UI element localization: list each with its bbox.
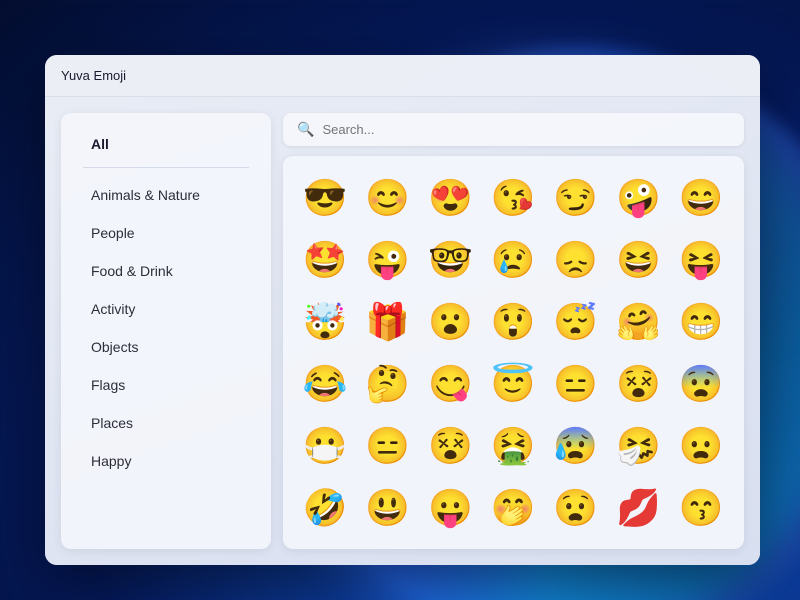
title-bar: Yuva Emoji — [45, 55, 760, 97]
search-bar: 🔍 — [283, 113, 744, 146]
emoji-cell[interactable]: 😨 — [673, 356, 729, 412]
emoji-cell[interactable]: 🤧 — [611, 418, 667, 474]
emoji-cell[interactable]: 😑 — [360, 418, 416, 474]
emoji-cell[interactable]: 😰 — [548, 418, 604, 474]
emoji-cell[interactable]: 😲 — [485, 294, 541, 350]
emoji-cell[interactable]: 😧 — [548, 480, 604, 536]
sidebar-item-all[interactable]: All — [69, 126, 263, 162]
emoji-cell[interactable]: 😙 — [673, 480, 729, 536]
sidebar-item-happy[interactable]: Happy — [69, 443, 263, 479]
emoji-cell[interactable]: 😴 — [548, 294, 604, 350]
emoji-cell[interactable]: 😋 — [422, 356, 478, 412]
emoji-cell[interactable]: 😇 — [485, 356, 541, 412]
emoji-cell[interactable]: 😦 — [673, 418, 729, 474]
emoji-cell[interactable]: 😛 — [422, 480, 478, 536]
emoji-cell[interactable]: 😵 — [422, 418, 478, 474]
emoji-cell[interactable]: 😜 — [360, 232, 416, 288]
emoji-cell[interactable]: 😁 — [673, 294, 729, 350]
sidebar-separator — [83, 167, 249, 168]
sidebar-item-objects[interactable]: Objects — [69, 329, 263, 365]
emoji-cell[interactable]: 💋 — [611, 480, 667, 536]
emoji-cell[interactable]: 😵 — [611, 356, 667, 412]
emoji-cell[interactable]: 🤯 — [297, 294, 353, 350]
emoji-cell[interactable]: 😃 — [360, 480, 416, 536]
emoji-cell[interactable]: 😎 — [297, 170, 353, 226]
search-icon: 🔍 — [297, 121, 314, 138]
emoji-cell[interactable]: 😮 — [422, 294, 478, 350]
emoji-cell[interactable]: 🤩 — [297, 232, 353, 288]
emoji-cell[interactable]: 🤓 — [422, 232, 478, 288]
emoji-cell[interactable]: 😂 — [297, 356, 353, 412]
sidebar-item-people[interactable]: People — [69, 215, 263, 251]
sidebar-item-activity[interactable]: Activity — [69, 291, 263, 327]
emoji-cell[interactable]: 😷 — [297, 418, 353, 474]
emoji-cell[interactable]: 😞 — [548, 232, 604, 288]
emoji-cell[interactable]: 😝 — [673, 232, 729, 288]
emoji-cell[interactable]: 🤔 — [360, 356, 416, 412]
app-window: Yuva Emoji All Animals & Nature People F… — [45, 55, 760, 565]
emoji-cell[interactable]: 😢 — [485, 232, 541, 288]
emoji-cell[interactable]: 😆 — [611, 232, 667, 288]
emoji-cell[interactable]: 🎁 — [360, 294, 416, 350]
sidebar-item-animals[interactable]: Animals & Nature — [69, 177, 263, 213]
sidebar-item-flags[interactable]: Flags — [69, 367, 263, 403]
emoji-grid-container: 😎😊😍😘😏🤪😄🤩😜🤓😢😞😆😝🤯🎁😮😲😴🤗😁😂🤔😋😇😑😵😨😷😑😵🤮😰🤧😦🤣😃😛🤭😧… — [283, 156, 744, 549]
search-input[interactable] — [322, 122, 730, 137]
app-body: All Animals & Nature People Food & Drink… — [45, 97, 760, 565]
emoji-cell[interactable]: 🤣 — [297, 480, 353, 536]
emoji-cell[interactable]: 🤗 — [611, 294, 667, 350]
main-content: 🔍 😎😊😍😘😏🤪😄🤩😜🤓😢😞😆😝🤯🎁😮😲😴🤗😁😂🤔😋😇😑😵😨😷😑😵🤮😰🤧😦🤣😃😛… — [283, 113, 744, 549]
emoji-cell[interactable]: 😊 — [360, 170, 416, 226]
sidebar: All Animals & Nature People Food & Drink… — [61, 113, 271, 549]
sidebar-item-places[interactable]: Places — [69, 405, 263, 441]
emoji-cell[interactable]: 😄 — [673, 170, 729, 226]
emoji-cell[interactable]: 😑 — [548, 356, 604, 412]
window-title: Yuva Emoji — [61, 68, 126, 83]
sidebar-item-food[interactable]: Food & Drink — [69, 253, 263, 289]
emoji-cell[interactable]: 😘 — [485, 170, 541, 226]
emoji-cell[interactable]: 😏 — [548, 170, 604, 226]
emoji-cell[interactable]: 🤪 — [611, 170, 667, 226]
emoji-cell[interactable]: 🤮 — [485, 418, 541, 474]
emoji-grid: 😎😊😍😘😏🤪😄🤩😜🤓😢😞😆😝🤯🎁😮😲😴🤗😁😂🤔😋😇😑😵😨😷😑😵🤮😰🤧😦🤣😃😛🤭😧… — [297, 170, 730, 535]
emoji-cell[interactable]: 😍 — [422, 170, 478, 226]
emoji-cell[interactable]: 🤭 — [485, 480, 541, 536]
